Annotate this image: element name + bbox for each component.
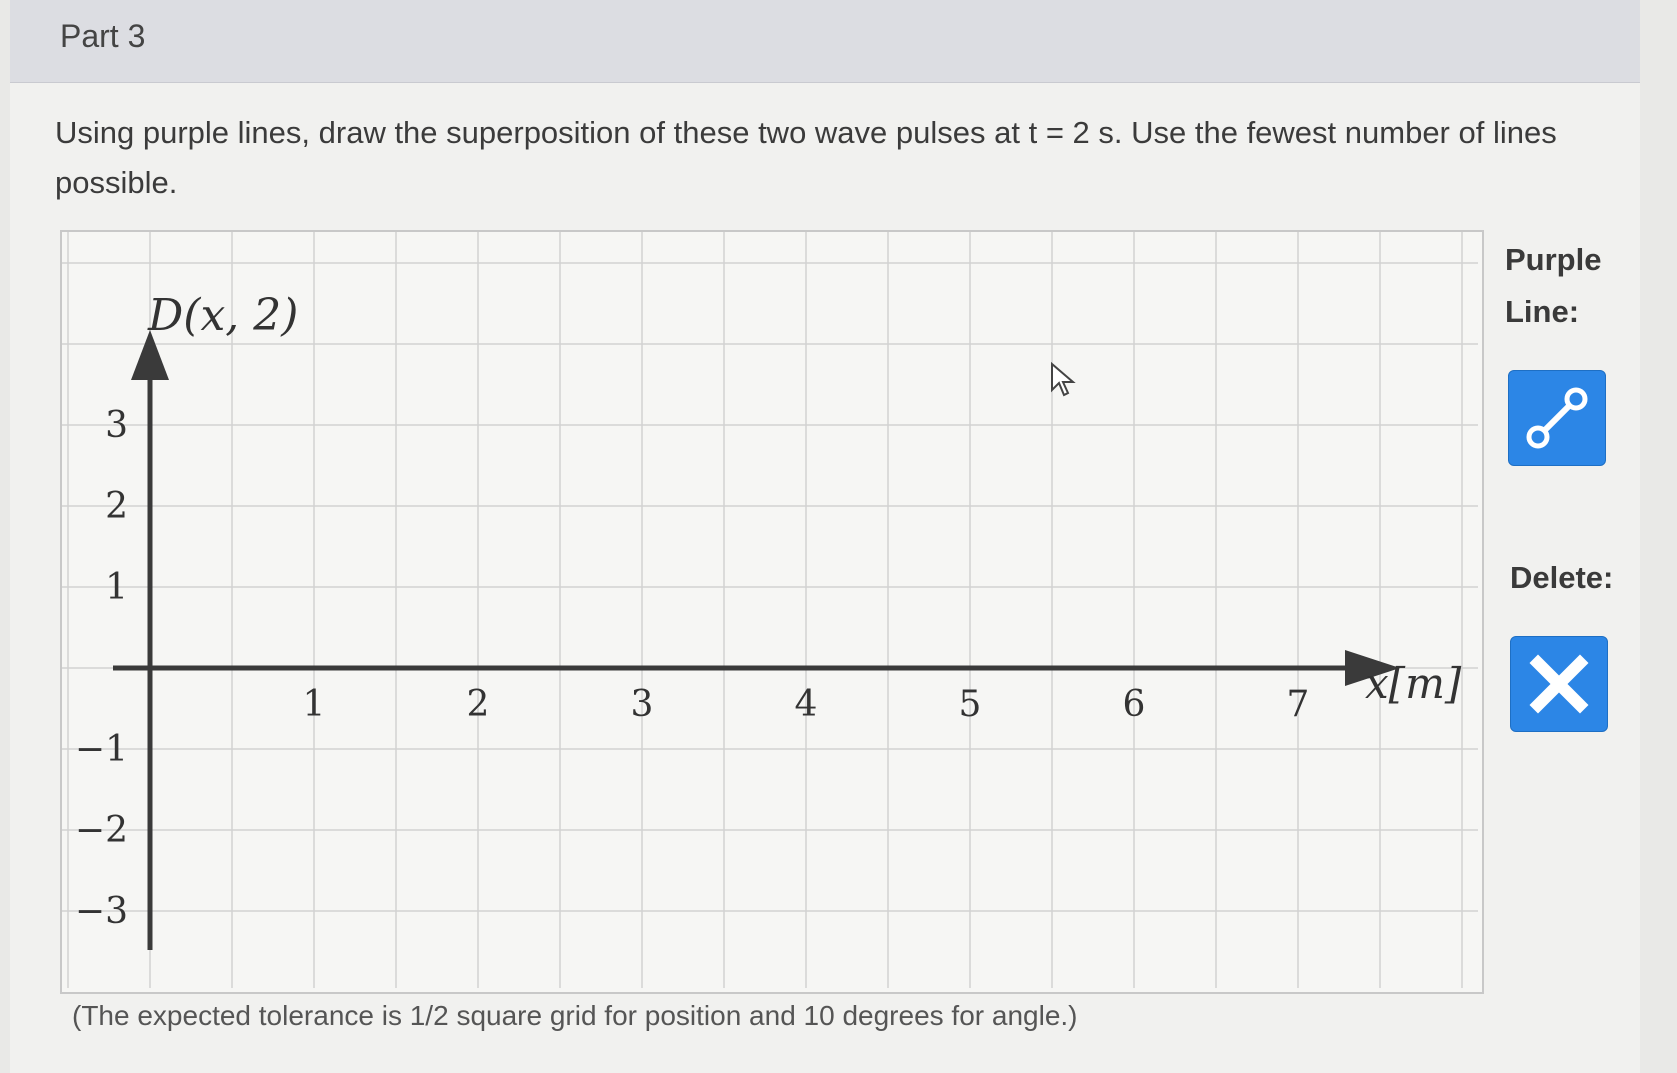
x-tick-label: 2 <box>467 684 490 725</box>
x-tick-label: 7 <box>1287 684 1310 725</box>
x-tick-label: 1 <box>303 684 326 725</box>
x-axis-label: x[m] <box>1365 659 1462 708</box>
mouse-cursor-icon <box>1050 361 1078 405</box>
y-tick-label: −3 <box>75 891 128 932</box>
x-tick-labels: 1 2 3 4 5 6 7 <box>303 684 1310 725</box>
close-icon <box>1529 654 1589 714</box>
x-tick-label: 4 <box>795 684 818 725</box>
x-tick-label: 3 <box>631 684 654 725</box>
graph-plot: D(x, 2) x[m] 1 2 3 4 5 6 7 3 2 1 −1 −2 −3 <box>62 232 1478 988</box>
y-tick-label: −1 <box>75 729 128 770</box>
y-tick-label: 1 <box>105 567 128 608</box>
purple-line-button[interactable] <box>1508 370 1606 466</box>
y-axis-label: D(x, 2) <box>147 290 298 341</box>
grid-lines <box>62 232 1478 988</box>
y-tick-label: 2 <box>105 486 128 527</box>
delete-button[interactable] <box>1510 636 1608 732</box>
y-tick-label: −2 <box>75 810 128 851</box>
y-tick-label: 3 <box>105 405 128 446</box>
x-tick-label: 5 <box>959 684 982 725</box>
tolerance-note: (The expected tolerance is 1/2 square gr… <box>72 1000 1078 1031</box>
purple-line-label: Purple Line: <box>1505 242 1602 329</box>
x-tick-label: 6 <box>1123 684 1146 725</box>
delete-label: Delete: <box>1510 560 1614 595</box>
line-segment-icon <box>1526 387 1588 449</box>
